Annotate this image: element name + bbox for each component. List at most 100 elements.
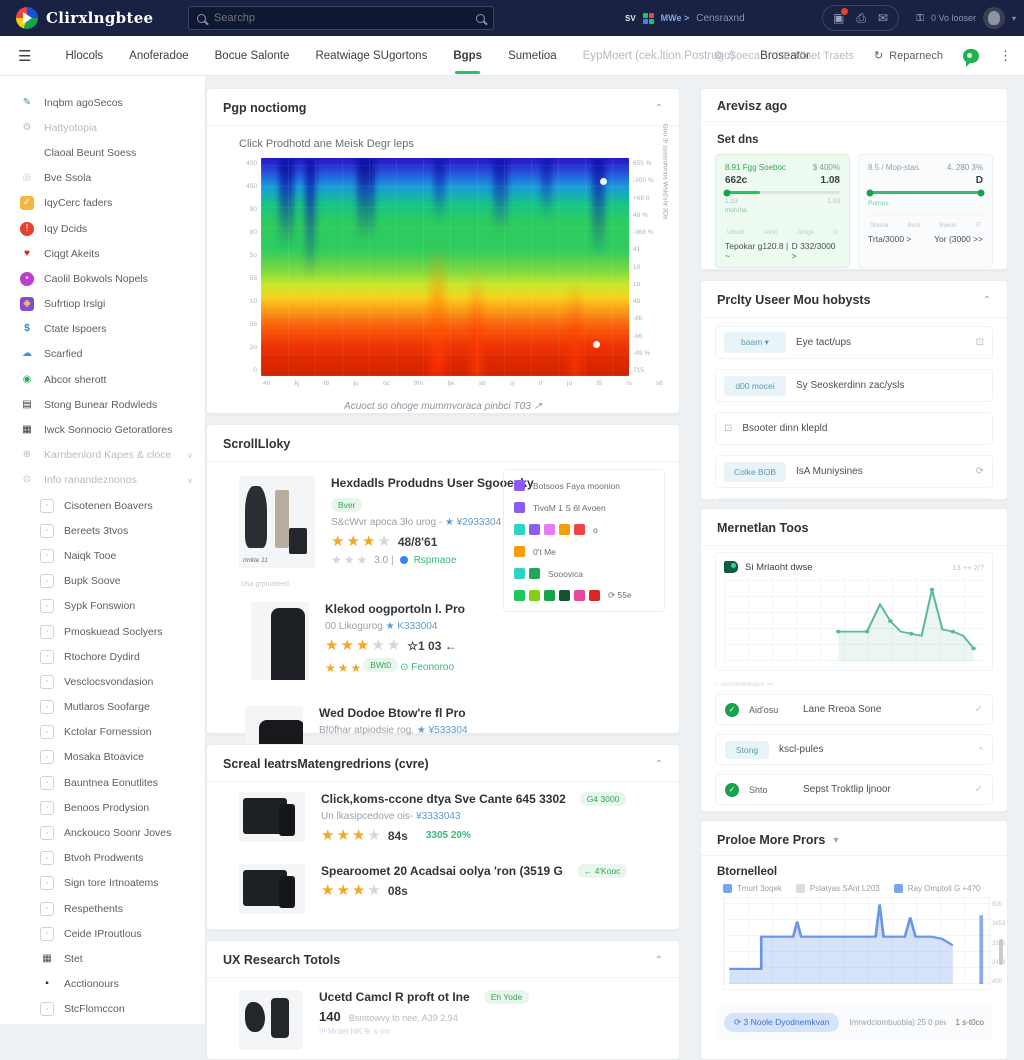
media-image[interactable] bbox=[239, 864, 305, 914]
field-action-icon[interactable]: ⊡ bbox=[976, 337, 984, 348]
tile-a-foot-right[interactable]: D 332/3000 > bbox=[792, 241, 840, 261]
sidebar-item-benoos-prodysion[interactable]: ▫Benoos Prodysion bbox=[0, 795, 205, 820]
collapse-icon[interactable]: ⌃ bbox=[655, 759, 663, 770]
product-name[interactable]: Ucetd Camcl R proft ot Ine bbox=[319, 990, 470, 1004]
chart-legend-item[interactable]: Ray Omptoli G +4?0 bbox=[894, 884, 981, 893]
sidebar-item-bupk-soove[interactable]: ▫Bupk Soove bbox=[0, 569, 205, 594]
chevron-down-icon[interactable]: ▾ bbox=[833, 835, 838, 846]
sidebar-item-bereets-3tvos[interactable]: ▫Bereets 3tvos bbox=[0, 518, 205, 543]
sidebar-item-info-ranandeznonos[interactable]: ⊙Info ranandeznonos∨ bbox=[0, 468, 205, 493]
nav-tab-sumetioa[interactable]: Sumetioa bbox=[508, 50, 557, 62]
tile-a-foot-left[interactable]: Tepokar g120.8 | ~ bbox=[725, 241, 792, 261]
field-action-icon[interactable]: ⟳ bbox=[976, 466, 984, 477]
chart-legend-item[interactable]: Tmurt 3oqek bbox=[723, 884, 782, 893]
stat-tile-b[interactable]: 8.5 / Mop-stas. 4. 280 3% D Purnus Shota… bbox=[858, 154, 993, 268]
tile-b-foot-left[interactable]: Trta/3000 > bbox=[868, 234, 911, 244]
sidebar-item-naiqk-tooe[interactable]: ▫Naiqk Tooe bbox=[0, 543, 205, 568]
nav-tab-eypmoert-cek-ltion-postrugo-[interactable]: EypMoert (cek.ltion.Postrugo) bbox=[583, 50, 734, 62]
sidebar-item-stet[interactable]: ▦Stet bbox=[0, 946, 205, 971]
global-search[interactable] bbox=[188, 6, 494, 30]
nav-tab-bocue-salonte[interactable]: Bocue Salonte bbox=[215, 50, 290, 62]
search-input[interactable] bbox=[214, 12, 468, 24]
sidebar-item-ceide-iproutlous[interactable]: ▫Ceide IProutlous bbox=[0, 921, 205, 946]
traffic-step-chart[interactable] bbox=[724, 898, 990, 984]
field-value[interactable]: Sy Seoskerdinn zac/ysls bbox=[796, 380, 984, 391]
sidebar-item-mutlaros-soofarge[interactable]: ▫Mutlaros Soofarge bbox=[0, 695, 205, 720]
review-link[interactable]: ⊙ Feonoroo bbox=[400, 662, 454, 673]
sidebar-item-mosaka-btoavice[interactable]: ▫Mosaka Btoavice bbox=[0, 745, 205, 770]
tool-row[interactable]: ✓ShtoSepst Troktlip ljnoor✓ bbox=[715, 774, 993, 805]
engagement-line-chart[interactable] bbox=[724, 577, 984, 661]
user-label[interactable]: 0 Vo looser bbox=[931, 13, 976, 23]
field-type-chip[interactable]: baam ▾ bbox=[724, 332, 786, 353]
field-value[interactable]: Bsooter dinn klepld bbox=[742, 423, 984, 434]
nav-tab-hlocols[interactable]: Hlocols bbox=[65, 50, 103, 62]
sidebar-item-hattyotopia[interactable]: ⚙Hattyotopia bbox=[0, 115, 205, 140]
nav-tab-reatwiage-sugortons[interactable]: Reatwiage SUgortons bbox=[315, 50, 427, 62]
sidebar-item-claoal-beunt-soess[interactable]: Claoal Beunt Soess bbox=[0, 140, 205, 165]
heatmap-caption-link[interactable]: Acuoct so ohoge mummvoraca pinbci T03 ↗ bbox=[207, 401, 679, 412]
form-field-row[interactable]: d00 moceiSy Seoskerdinn zac/ysls bbox=[715, 369, 993, 402]
sidebar-item-karnbenlord-kapes-cloce[interactable]: ⊕Karnbenlord Kapes & cloce∨ bbox=[0, 443, 205, 468]
kebab-menu-icon[interactable]: ⋮ bbox=[999, 48, 1012, 64]
sidebar-item-ciqgt-akeits[interactable]: ♥Ciqgt Akeits bbox=[0, 241, 205, 266]
sidebar-item-bve-ssola[interactable]: ◎Bve Ssola bbox=[0, 166, 205, 191]
media-name[interactable]: Spearoomet 20 Acadsai oolya 'ron (3519 G bbox=[321, 864, 563, 878]
form-field-row[interactable]: baam ▾Eye tact/ups⊡ bbox=[715, 326, 993, 359]
review-link[interactable]: Rspmaoe bbox=[414, 555, 457, 566]
product-link[interactable]: 00 Likogurog ★ K333004 bbox=[325, 621, 663, 632]
nav-tab-anoferadoe[interactable]: Anoferadoe bbox=[129, 50, 188, 62]
form-field-row[interactable]: Colke BOBIsA Muniysines⟳ bbox=[715, 455, 993, 488]
sidebar-item-caolil-bokwols-nopels[interactable]: •Caolil Bokwols Nopels bbox=[0, 266, 205, 291]
hamburger-menu-icon[interactable]: ☰ bbox=[18, 47, 31, 65]
support-chat-icon[interactable] bbox=[963, 49, 979, 63]
tool-row[interactable]: Stongkscl-pules◔ bbox=[715, 734, 993, 765]
chart-legend-item[interactable]: Pslatyas SAnt L203 bbox=[796, 884, 880, 893]
nav-tool-soeca[interactable]: ⚙Soeca bbox=[713, 49, 760, 62]
sidebar-item-rtochore-dydird[interactable]: ▫Rtochore Dydird bbox=[0, 644, 205, 669]
collapse-icon[interactable]: ⌃ bbox=[655, 103, 663, 114]
sidebar-item-pmoskuead-soclyers[interactable]: ▫Pmoskuead Soclyers bbox=[0, 619, 205, 644]
sidebar-item-cisotenen-boavers[interactable]: ▫Cisotenen Boavers bbox=[0, 493, 205, 518]
collapse-icon[interactable]: ⌃ bbox=[655, 955, 663, 966]
media-link[interactable]: Un lkasipcedove ois- ¥3333043 bbox=[321, 811, 663, 822]
sidebar-item-scarfied[interactable]: ☁Scarfied bbox=[0, 342, 205, 367]
stat-tile-a[interactable]: 8.91 Fgg Soeboc $ 400% 662c 1.08 1.33 1.… bbox=[715, 154, 850, 268]
proloe-pill-button[interactable]: ⟳ 3 Noole Dyodnemkvan bbox=[724, 1013, 839, 1032]
tool-row[interactable]: ✓Aid'osuLane Rreoa Sone✓ bbox=[715, 694, 993, 725]
collapse-icon[interactable]: ⌃ bbox=[983, 295, 991, 306]
mwe-label[interactable]: MWe > bbox=[661, 13, 690, 23]
tile-a-slider[interactable] bbox=[725, 191, 840, 194]
sidebar-item-btvoh-prodwents[interactable]: ▫Btvoh Prodwents bbox=[0, 846, 205, 871]
field-type-chip[interactable]: Colke BOB bbox=[724, 462, 786, 482]
product-name[interactable]: Wed Dodoe Btow're fl Pro bbox=[319, 706, 663, 720]
sidebar-item-stcflomccon[interactable]: ▫StcFlomccon bbox=[0, 997, 205, 1022]
sidebar-item-iwck-sonnocio-getoratlores[interactable]: ▦Iwck Sonnocio Getoratlores bbox=[0, 417, 205, 442]
sidebar-item-kctolar-fornession[interactable]: ▫Kctolar Fornession bbox=[0, 720, 205, 745]
sidebar-item-anckouco-soonr-joves[interactable]: ▫Anckouco Soonr Joves bbox=[0, 820, 205, 845]
sidebar-item-sypk-fonswion[interactable]: ▫Sypk Fonswion bbox=[0, 594, 205, 619]
user-avatar[interactable] bbox=[983, 7, 1005, 29]
sidebar-item-sufrtiop-irslgi[interactable]: ◆Sufrtiop Irslgi bbox=[0, 292, 205, 317]
sidebar-item-vesclocsvondasion[interactable]: ▫Vesclocsvondasion bbox=[0, 669, 205, 694]
tile-b-foot-right[interactable]: Yor (3000 >> bbox=[934, 234, 983, 244]
product-image[interactable] bbox=[239, 990, 303, 1050]
nav-tool-reparnech[interactable]: ↻Reparnech bbox=[874, 49, 943, 62]
product-image[interactable]: rtnkte 11 bbox=[239, 476, 315, 568]
sidebar-item-sign-tore-irtnoatems[interactable]: ▫Sign tore Irtnoatems bbox=[0, 871, 205, 896]
product-link[interactable]: Bf0fhar atpiodsie rog. ★ ¥533304 bbox=[319, 725, 663, 736]
chat-icon[interactable]: ✉ bbox=[878, 12, 888, 24]
notifications-icon[interactable]: ▣ bbox=[833, 12, 844, 24]
sidebar-item-respethents[interactable]: ▫Respethents bbox=[0, 896, 205, 921]
sidebar-item-abcor-sherott[interactable]: ◉Abcor sherott bbox=[0, 367, 205, 392]
sidebar-item-ctate-ispoers[interactable]: $Ctate Ispoers bbox=[0, 317, 205, 342]
media-name[interactable]: Click,koms-ccone dtya Sve Cante 645 3302 bbox=[321, 792, 566, 806]
sidebar-item-acctionours[interactable]: ▪Acctionours bbox=[0, 972, 205, 997]
nav-tab-bgps[interactable]: Bgps bbox=[453, 50, 482, 62]
sidebar-item-stong-bunear-rodwleds[interactable]: ▤Stong Bunear Rodwleds bbox=[0, 392, 205, 417]
click-heatmap[interactable] bbox=[261, 158, 629, 376]
sidebar-item-iqy-dcids[interactable]: !Iqy Dcids bbox=[0, 216, 205, 241]
sidebar-item-inqbm-agosecos[interactable]: ✎Inqbm agoSecos bbox=[0, 90, 205, 115]
app-logo[interactable]: Clirxlngbtee bbox=[16, 7, 153, 29]
media-image[interactable] bbox=[239, 792, 305, 842]
